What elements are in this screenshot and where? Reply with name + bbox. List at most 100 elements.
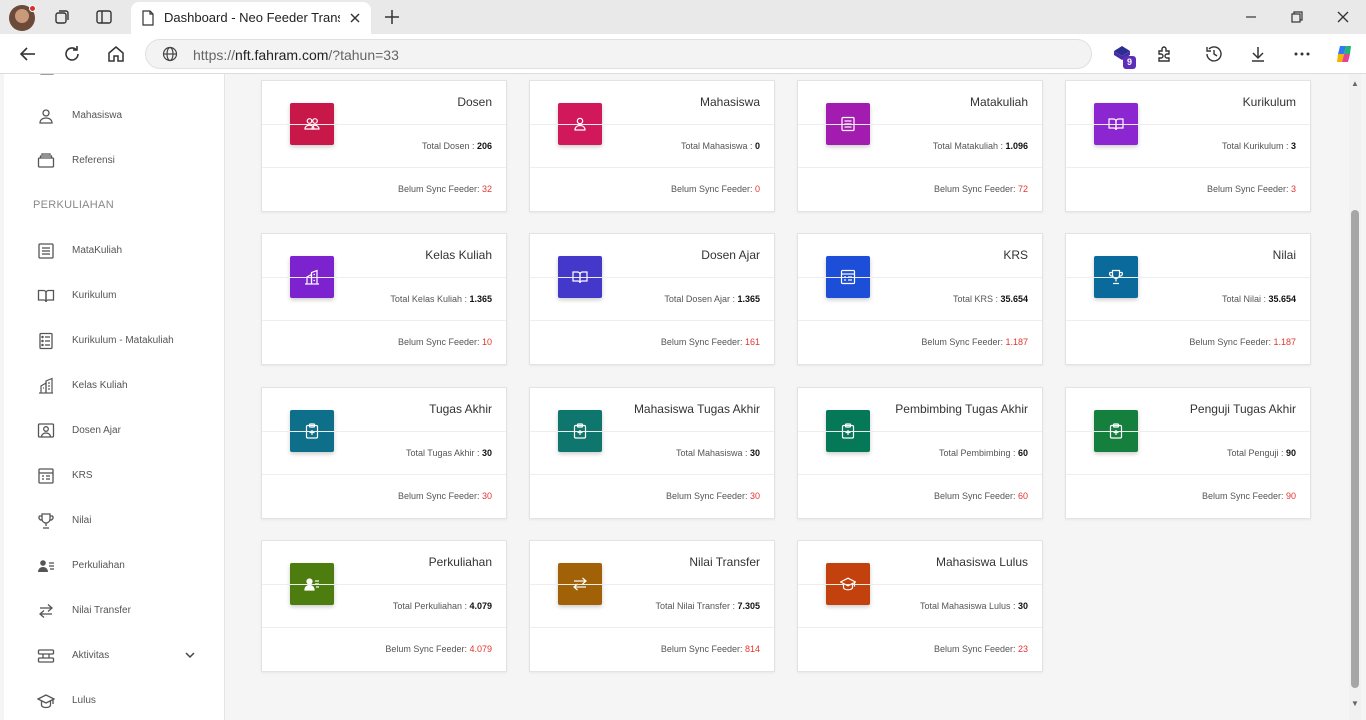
copilot-icon[interactable] bbox=[1334, 44, 1354, 64]
scroll-up-arrow[interactable]: ▲ bbox=[1350, 80, 1360, 88]
divider bbox=[798, 584, 1042, 585]
card-kurikulum[interactable]: Kurikulum Total Kurikulum : 3 Belum Sync F… bbox=[1065, 80, 1311, 212]
card-mahasiswa[interactable]: Mahasiswa Total Mahasiswa : 0 Belum Sync F… bbox=[529, 80, 775, 212]
sync-value: 4.079 bbox=[469, 644, 492, 654]
sidebar-item-matakuliah[interactable]: MataKuliah bbox=[4, 236, 224, 266]
sync-label: Belum Sync Feeder: bbox=[1189, 337, 1274, 347]
card-dosen-ajar[interactable]: Dosen Ajar Total Dosen Ajar : 1.365 Belum … bbox=[529, 233, 775, 365]
sidebar-item-aktivitas[interactable]: Aktivitas bbox=[4, 641, 224, 671]
close-tab-icon[interactable] bbox=[347, 10, 363, 26]
card-sync-status: Belum Sync Feeder: 0 bbox=[671, 184, 760, 194]
building-icon bbox=[39, 377, 53, 394]
url-scheme: https:// bbox=[193, 47, 236, 63]
total-value: 1.365 bbox=[737, 294, 760, 304]
browser-tab-active[interactable]: Dashboard - Neo Feeder Transpor bbox=[131, 2, 371, 34]
download-icon[interactable] bbox=[1248, 44, 1268, 64]
new-tab-icon[interactable] bbox=[383, 8, 401, 26]
globe-icon[interactable] bbox=[162, 46, 178, 62]
card-total: Total Matakuliah : 1.096 bbox=[933, 141, 1028, 151]
home-icon[interactable] bbox=[106, 44, 126, 64]
more-menu-icon[interactable] bbox=[1292, 44, 1312, 64]
total-value: 30 bbox=[481, 448, 492, 458]
card-nilai[interactable]: Nilai Total Nilai : 35.654 Belum Sync Feed… bbox=[1065, 233, 1311, 365]
divider bbox=[798, 474, 1042, 475]
card-mahasiswa-lulus[interactable]: Mahasiswa Lulus Total Mahasiswa Lulus : 3… bbox=[797, 540, 1043, 672]
total-value: 35.654 bbox=[1268, 294, 1296, 304]
divider bbox=[798, 627, 1042, 628]
browser-toolbar: https://nft.fahram.com/?tahun=33 bbox=[0, 34, 1366, 74]
chevron-down-icon[interactable] bbox=[184, 649, 196, 661]
divider bbox=[530, 320, 774, 321]
card-mahasiswa-tugas-akhir[interactable]: Mahasiswa Tugas Akhir Total Mahasiswa : 3… bbox=[529, 387, 775, 519]
card-kelas-kuliah[interactable]: Kelas Kuliah Total Kelas Kuliah : 1.365 Be… bbox=[261, 233, 507, 365]
sidebar-item-dosen-ajar[interactable]: Dosen Ajar bbox=[4, 416, 224, 446]
card-pembimbing-tugas-akhir[interactable]: Pembimbing Tugas Akhir Total Pembimbing :… bbox=[797, 387, 1043, 519]
sidebar-item-krs[interactable]: KRS bbox=[4, 461, 224, 491]
address-bar[interactable]: https://nft.fahram.com/?tahun=33 bbox=[145, 39, 1092, 69]
card-matakuliah[interactable]: Matakuliah Total Matakuliah : 1.096 Belum … bbox=[797, 80, 1043, 212]
close-window-icon[interactable] bbox=[1335, 9, 1351, 25]
sync-value: 30 bbox=[481, 491, 492, 501]
refresh-icon[interactable] bbox=[62, 44, 82, 64]
total-label: Total Tugas Akhir : bbox=[405, 448, 482, 458]
file-list-icon bbox=[39, 332, 53, 350]
sync-value: 90 bbox=[1285, 491, 1296, 501]
card-perkuliahan[interactable]: Perkuliahan Total Perkuliahan : 4.079 Belu… bbox=[261, 540, 507, 672]
card-total: Total Kurikulum : 3 bbox=[1222, 141, 1296, 151]
card-penguji-tugas-akhir[interactable]: Penguji Tugas Akhir Total Penguji : 90 Bel… bbox=[1065, 387, 1311, 519]
sidebar-item-nilai-transfer[interactable]: Nilai Transfer bbox=[4, 596, 224, 626]
restore-icon[interactable] bbox=[1289, 9, 1305, 25]
divider bbox=[798, 124, 1042, 125]
sidebar-item-kurikulum-matakuliah[interactable]: Kurikulum - Matakuliah bbox=[4, 326, 224, 356]
user-list-icon bbox=[38, 560, 54, 572]
card-sync-status: Belum Sync Feeder: 1.187 bbox=[1189, 337, 1296, 347]
workspaces-icon[interactable] bbox=[53, 8, 71, 26]
divider bbox=[530, 431, 774, 432]
card-title: KRS bbox=[1003, 248, 1028, 262]
scrollbar-thumb[interactable] bbox=[1351, 210, 1359, 688]
card-total: Total Perkuliahan : 4.079 bbox=[393, 601, 492, 611]
card-krs[interactable]: KRS Total KRS : 35.654 Belum Sync Feeder: … bbox=[797, 233, 1043, 365]
sync-label: Belum Sync Feeder: bbox=[670, 184, 755, 194]
sync-value: 10 bbox=[481, 337, 492, 347]
card-sync-status: Belum Sync Feeder: 1.187 bbox=[921, 337, 1028, 347]
total-value: 30 bbox=[1017, 601, 1028, 611]
sidebar-item-nilai[interactable]: Nilai bbox=[4, 506, 224, 536]
card-dosen[interactable]: Dosen Total Dosen : 206 Belum Sync Feeder:… bbox=[261, 80, 507, 212]
scroll-down-arrow[interactable]: ▼ bbox=[1350, 700, 1360, 708]
divider bbox=[262, 584, 506, 585]
sync-value: 1.187 bbox=[1273, 337, 1296, 347]
url-path: /?tahun=33 bbox=[328, 47, 399, 63]
total-value: 1.096 bbox=[1005, 141, 1028, 151]
card-sync-status: Belum Sync Feeder: 32 bbox=[398, 184, 492, 194]
card-sync-status: Belum Sync Feeder: 30 bbox=[666, 491, 760, 501]
sidebar-item-lulus[interactable]: Lulus bbox=[4, 686, 224, 716]
minimize-icon[interactable] bbox=[1243, 9, 1259, 25]
sync-label: Belum Sync Feeder: bbox=[665, 491, 750, 501]
history-icon[interactable] bbox=[1204, 44, 1224, 64]
back-icon[interactable] bbox=[18, 44, 38, 64]
sidebar-item-kelas-kuliah[interactable]: Kelas Kuliah bbox=[4, 371, 224, 401]
sidebar-item-perkuliahan[interactable]: Perkuliahan bbox=[4, 551, 224, 581]
total-value: 0 bbox=[754, 141, 760, 151]
sidebar-item-label: Kelas Kuliah bbox=[72, 380, 128, 391]
table-icon bbox=[38, 468, 54, 484]
sidebar-item-referensi[interactable]: Referensi bbox=[4, 146, 224, 176]
card-nilai-transfer[interactable]: Nilai Transfer Total Nilai Transfer : 7.3… bbox=[529, 540, 775, 672]
card-sync-status: Belum Sync Feeder: 10 bbox=[398, 337, 492, 347]
card-tugas-akhir[interactable]: Tugas Akhir Total Tugas Akhir : 30 Belum S… bbox=[261, 387, 507, 519]
card-total: Total Penguji : 90 bbox=[1227, 448, 1296, 458]
sidebar-item-label: Perkuliahan bbox=[72, 560, 125, 571]
card-total: Total Mahasiswa Lulus : 30 bbox=[920, 601, 1028, 611]
total-label: Total Kelas Kuliah : bbox=[390, 294, 470, 304]
sidebar-item-kurikulum[interactable]: Kurikulum bbox=[4, 281, 224, 311]
card-sync-status: Belum Sync Feeder: 30 bbox=[398, 491, 492, 501]
sidebar-item-mahasiswa[interactable]: Mahasiswa bbox=[4, 101, 224, 131]
extensions-puzzle-icon[interactable] bbox=[1155, 44, 1175, 64]
list-icon bbox=[38, 243, 54, 259]
sidebar-item-label: Kurikulum bbox=[72, 290, 117, 301]
sync-label: Belum Sync Feeder: bbox=[397, 337, 482, 347]
total-label: Total Mahasiswa : bbox=[675, 448, 750, 458]
vertical-tabs-icon[interactable] bbox=[95, 8, 113, 26]
divider bbox=[262, 474, 506, 475]
